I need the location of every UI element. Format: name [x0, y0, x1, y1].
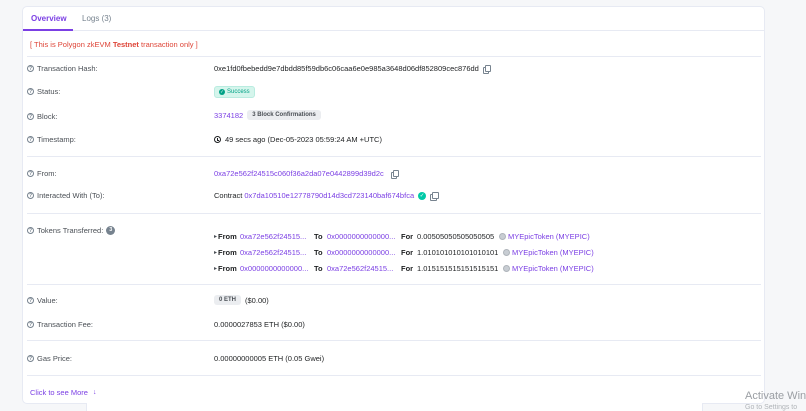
activate-windows-watermark: Activate Wind	[745, 390, 806, 402]
confirmations-badge: 3 Block Confirmations	[247, 110, 321, 120]
help-icon[interactable]: ?	[27, 65, 34, 72]
divider	[27, 340, 761, 341]
tokens-count-badge: 3	[106, 226, 116, 235]
help-icon[interactable]: ?	[27, 136, 34, 143]
tokens-label: Tokens Transferred:	[37, 226, 104, 235]
transfer-from-address-link[interactable]: 0xa72e562f24515...	[240, 248, 306, 257]
help-icon[interactable]: ?	[27, 88, 34, 95]
token-name[interactable]: MYEpicToken (MYEPIC)	[512, 248, 594, 257]
transfer-from-label: From	[218, 248, 237, 257]
value-usd: ($0.00)	[245, 295, 269, 305]
timestamp-label: Timestamp:	[37, 135, 76, 144]
divider	[27, 375, 761, 376]
divider	[27, 213, 761, 214]
block-label: Block:	[37, 112, 58, 121]
transaction-details-card: Overview Logs (3) [ This is Polygon zkEV…	[22, 6, 765, 404]
divider	[27, 284, 761, 285]
transfer-amount: 0.00505050505050505	[417, 232, 495, 241]
help-icon[interactable]: ?	[27, 297, 34, 304]
token-logo-icon	[503, 265, 510, 272]
chevron-right-icon: ▸	[214, 250, 218, 256]
divider	[27, 156, 761, 157]
transfer-to-address-link[interactable]: 0x0000000000000...	[327, 248, 395, 257]
help-icon[interactable]: ?	[27, 355, 34, 362]
token-link[interactable]: MYEpicToken (MYEPIC)	[503, 248, 594, 257]
help-icon[interactable]: ?	[27, 321, 34, 328]
tab-bar: Overview Logs (3)	[23, 7, 764, 31]
copy-icon[interactable]	[482, 64, 492, 74]
eth-value-badge: 0 ETH	[214, 295, 242, 305]
copy-icon[interactable]	[390, 169, 400, 179]
divider	[27, 56, 761, 57]
check-circle-icon: ✓	[219, 89, 225, 95]
from-address-link[interactable]: 0xa72e562f24515c060f36a2da07e0442899d39d…	[214, 169, 384, 178]
timestamp-value: 49 secs ago (Dec-05-2023 05:59:24 AM +UT…	[225, 135, 382, 144]
contract-prefix: Contract	[214, 191, 243, 200]
tx-hash-value: 0xe1fd0fbebedd9e7dbdd85f59db6c06caa6e0e9…	[214, 64, 479, 73]
from-label: From:	[37, 169, 57, 178]
contract-address-link[interactable]: 0x7da10510e12778790d14d3cd723140baf674bf…	[244, 191, 414, 200]
activate-windows-subtext: Go to Settings to	[745, 404, 798, 411]
copy-icon[interactable]	[430, 191, 439, 201]
active-tab-indicator	[23, 29, 73, 31]
see-more-link[interactable]: Click to see More ↓	[30, 388, 96, 397]
transfer-for-label: For	[401, 264, 414, 273]
transfer-to-address-link[interactable]: 0x0000000000000...	[327, 232, 395, 241]
transfer-to-address-link[interactable]: 0xa72e562f24515...	[327, 264, 393, 273]
status-label: Status:	[37, 87, 61, 96]
token-link[interactable]: MYEpicToken (MYEPIC)	[499, 232, 590, 241]
help-icon[interactable]: ?	[27, 113, 34, 120]
block-number-link[interactable]: 3374182	[214, 111, 243, 120]
bottom-card-edge	[86, 403, 703, 411]
status-badge: ✓ Success	[214, 86, 255, 98]
transfer-to-label: To	[314, 264, 323, 273]
transfer-amount: 1.010101010101010101	[417, 248, 499, 257]
token-name[interactable]: MYEpicToken (MYEPIC)	[508, 232, 590, 241]
transfer-to-label: To	[314, 232, 323, 241]
interacted-label: Interacted With (To):	[37, 191, 105, 200]
transfer-from-label: From	[218, 232, 237, 241]
testnet-notice: [ This is Polygon zkEVM Testnet transact…	[30, 40, 198, 49]
token-logo-icon	[499, 233, 506, 240]
fee-value: 0.0000027853 ETH ($0.00)	[214, 320, 305, 329]
transfer-from-label: From	[218, 264, 237, 273]
value-label: Value:	[37, 296, 58, 305]
transfer-amount: 1.015151515151515151	[417, 264, 499, 273]
fee-label: Transaction Fee:	[37, 320, 93, 329]
tab-overview[interactable]: Overview	[31, 14, 67, 23]
help-icon[interactable]: ?	[27, 170, 34, 177]
tx-hash-label: Transaction Hash:	[37, 64, 98, 73]
transfer-from-address-link[interactable]: 0xa72e562f24515...	[240, 232, 306, 241]
chevron-right-icon: ▸	[214, 266, 218, 272]
help-icon[interactable]: ?	[27, 192, 34, 199]
transfer-from-address-link[interactable]: 0x0000000000000...	[240, 264, 308, 273]
transfer-for-label: For	[401, 232, 414, 241]
gas-label: Gas Price:	[37, 354, 73, 363]
verified-check-icon: ✓	[418, 191, 427, 200]
arrow-down-icon: ↓	[92, 389, 97, 396]
transfer-to-label: To	[314, 248, 323, 257]
gas-value: 0.00000000005 ETH (0.05 Gwei)	[214, 354, 325, 363]
token-logo-icon	[503, 249, 510, 256]
help-icon[interactable]: ?	[27, 227, 34, 234]
clock-icon	[214, 136, 221, 143]
token-link[interactable]: MYEpicToken (MYEPIC)	[503, 264, 594, 273]
chevron-right-icon: ▸	[214, 234, 218, 240]
token-name[interactable]: MYEpicToken (MYEPIC)	[512, 264, 594, 273]
tab-logs[interactable]: Logs (3)	[82, 14, 111, 23]
transfer-for-label: For	[401, 248, 414, 257]
